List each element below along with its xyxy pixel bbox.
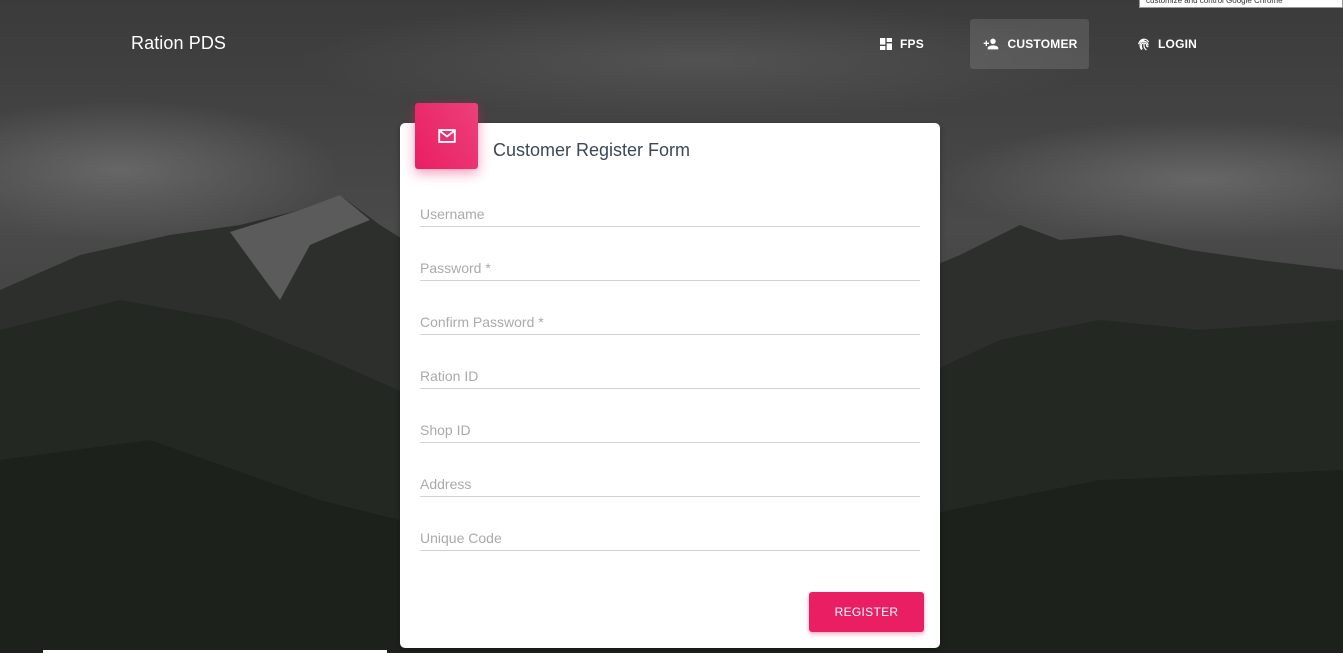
shop-id-input[interactable] bbox=[420, 419, 920, 441]
brand-title[interactable]: Ration PDS bbox=[131, 33, 226, 54]
address-field[interactable] bbox=[420, 473, 920, 497]
password-input[interactable] bbox=[420, 257, 920, 279]
fingerprint-icon bbox=[1138, 38, 1149, 51]
nav-item-login[interactable]: LOGIN bbox=[1124, 19, 1209, 69]
ration-id-field[interactable] bbox=[420, 365, 920, 389]
nav-item-customer-label: CUSTOMER bbox=[1007, 37, 1078, 51]
browser-tooltip: customize and control Google Chrome bbox=[1139, 0, 1343, 8]
register-button[interactable]: REGISTER bbox=[809, 592, 924, 632]
card-header-icon bbox=[415, 103, 478, 169]
nav-item-fps-label: FPS bbox=[900, 37, 924, 51]
shop-id-field[interactable] bbox=[420, 419, 920, 443]
person-add-icon bbox=[984, 38, 999, 50]
confirm-password-input[interactable] bbox=[420, 311, 920, 333]
unique-code-input[interactable] bbox=[420, 527, 920, 549]
mail-icon bbox=[437, 129, 456, 143]
nav-item-fps[interactable]: FPS bbox=[866, 19, 936, 69]
ration-id-input[interactable] bbox=[420, 365, 920, 387]
unique-code-field[interactable] bbox=[420, 527, 920, 551]
address-input[interactable] bbox=[420, 473, 920, 495]
nav-item-login-label: LOGIN bbox=[1158, 37, 1197, 51]
card-title: Customer Register Form bbox=[493, 140, 691, 160]
username-field[interactable] bbox=[420, 203, 920, 227]
password-field[interactable] bbox=[420, 257, 920, 281]
confirm-password-field[interactable] bbox=[420, 311, 920, 335]
dashboard-icon bbox=[880, 38, 892, 50]
nav-item-customer[interactable]: CUSTOMER bbox=[970, 19, 1089, 69]
username-input[interactable] bbox=[420, 203, 920, 225]
